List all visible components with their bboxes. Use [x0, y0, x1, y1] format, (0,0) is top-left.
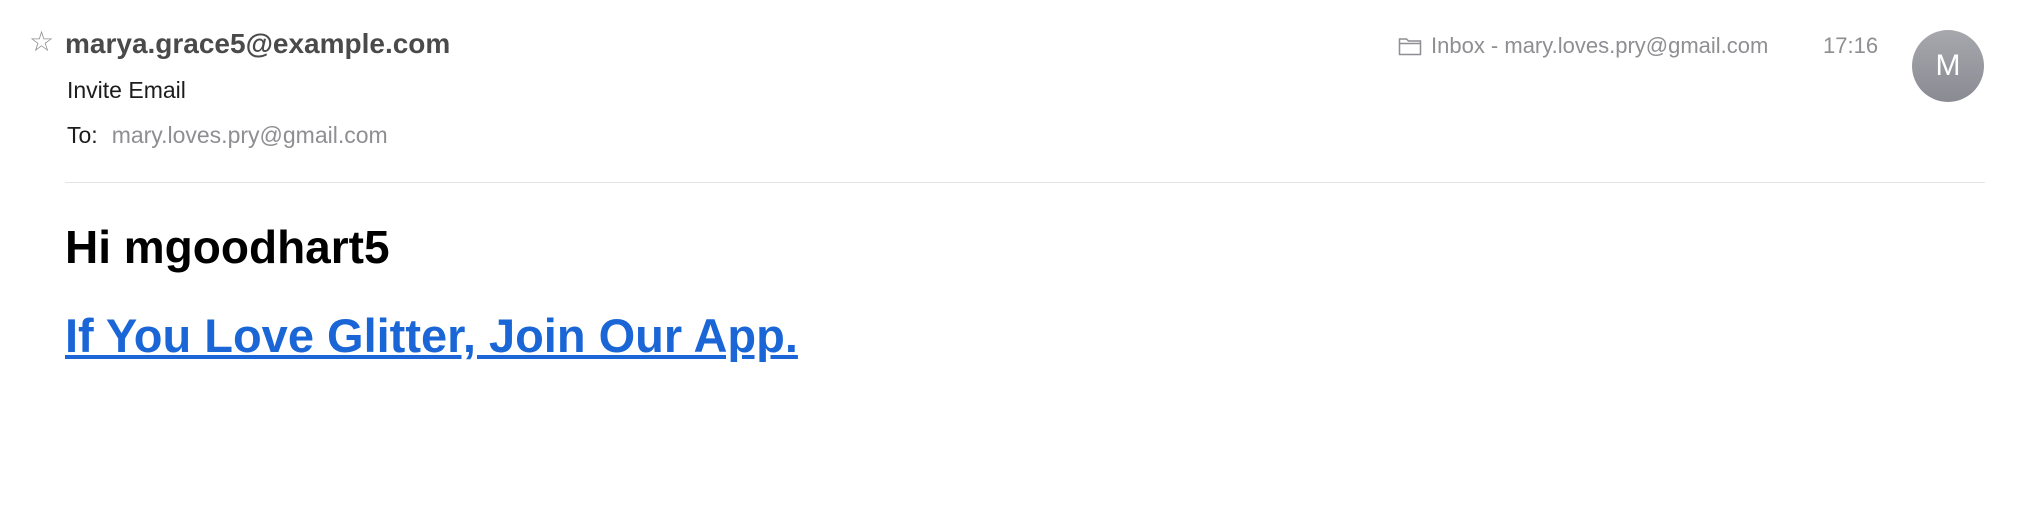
sender-address: marya.grace5@example.com: [65, 28, 451, 59]
folder-icon: [1398, 38, 1422, 56]
avatar[interactable]: M: [1912, 30, 1984, 102]
received-time: 17:16: [1823, 33, 1879, 58]
header-divider: [65, 182, 1985, 183]
mailbox-label: Inbox - mary.loves.pry@gmail.com: [1431, 33, 1769, 58]
recipient-row: To: mary.loves.pry@gmail.com: [67, 120, 388, 150]
star-icon[interactable]: ☆: [29, 28, 57, 56]
greeting-heading: Hi mgoodhart5: [65, 221, 390, 273]
join-app-link[interactable]: If You Love Glitter, Join Our App.: [65, 308, 798, 364]
to-label: To:: [67, 122, 98, 148]
recipient-address[interactable]: mary.loves.pry@gmail.com: [112, 122, 388, 148]
email-header: ☆ marya.grace5@example.com Invite Email …: [0, 0, 2027, 184]
mailbox-location[interactable]: Inbox - mary.loves.pry@gmail.com: [1398, 32, 1768, 60]
email-subject: Invite Email: [67, 77, 186, 103]
